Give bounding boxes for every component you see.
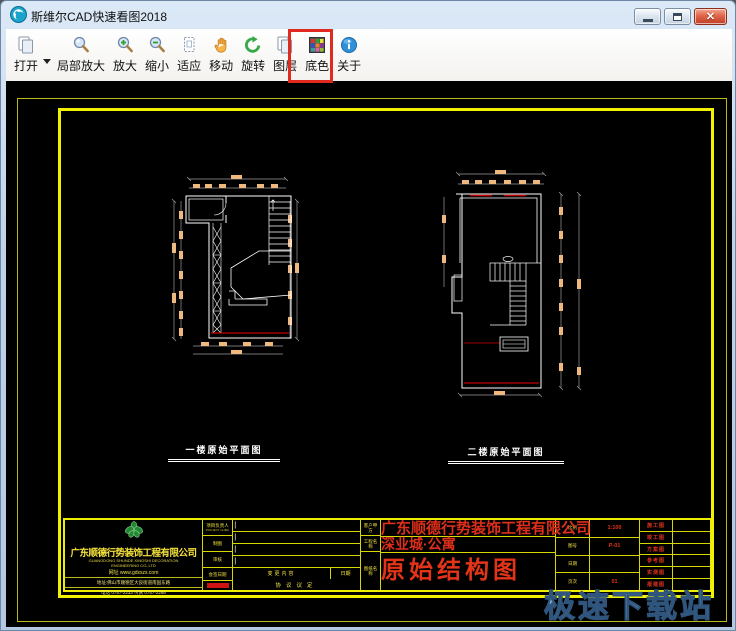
wall-outline	[186, 196, 291, 338]
zoom-out-icon	[147, 34, 167, 56]
revision-header: 变更内容 日期	[233, 568, 360, 579]
toolbar-button-partial-zoom[interactable]: 局部放大	[53, 32, 109, 76]
floor-plan-first-floor	[171, 173, 306, 363]
dimension-text-blobs	[442, 170, 581, 395]
project-client: 广东顺德行势装饰工程有限公司	[381, 520, 555, 536]
toolbar-button-zoom-out[interactable]: 缩小	[141, 32, 173, 76]
revision-footer: 协议议定	[233, 579, 360, 590]
drawing-type-row: 方案图	[640, 544, 710, 556]
company-logo-icon	[123, 521, 145, 540]
title-block-revision-grid: ▏ ▏ ▏ ▏ 变更内容 日期 协议议定	[233, 520, 361, 590]
window-title: 斯维尔CAD快速看图2018	[31, 8, 167, 25]
cad-viewport[interactable]: 一楼原始平面图	[6, 81, 732, 627]
maximize-icon	[673, 13, 682, 21]
revision-row: ▏	[233, 544, 360, 556]
drawing-type-row: 竣工图	[640, 532, 710, 544]
toolbar-button-zoom-in[interactable]: 放大	[109, 32, 141, 76]
revision-row: ▏	[233, 520, 360, 532]
minimize-button[interactable]	[634, 8, 661, 25]
maximize-button[interactable]	[664, 8, 691, 25]
company-phone: 电话 0757-2233 传真 0757-2266	[65, 588, 202, 596]
signature-row: 会签日期	[203, 568, 232, 581]
meta-row: 图号 P-01	[556, 538, 639, 556]
drawing-title: 原始结构图	[381, 552, 555, 590]
open-dropdown-arrow-icon[interactable]	[43, 59, 51, 64]
app-window: 斯维尔CAD快速看图2018 ✕ 打开 局部放大 放大	[0, 0, 736, 631]
signature-row: 制图	[203, 536, 232, 552]
interior-fixture	[464, 337, 528, 351]
rotate-icon	[243, 34, 263, 56]
staircase	[269, 196, 291, 265]
project-name: 深业城·公寓	[381, 536, 555, 552]
toolbar-button-rotate[interactable]: 旋转	[237, 32, 269, 76]
company-name: 广东顺德行势装饰工程有限公司	[65, 545, 202, 559]
company-address: 地址:佛山市顺德区大良街道南国东路	[65, 578, 202, 588]
title-bar[interactable]: 斯维尔CAD快速看图2018 ✕	[1, 1, 735, 29]
floor-plan-second-floor	[438, 167, 593, 412]
open-icon	[16, 34, 36, 56]
revision-row: ▏	[233, 556, 360, 568]
toolbar-button-move[interactable]: 移动	[205, 32, 237, 76]
move-hand-icon	[211, 34, 231, 56]
drawing-type-row: 施工图	[640, 520, 710, 532]
title-block-drawing-types: 施工图 竣工图 方案图 参考图 实测图 报建图	[640, 520, 710, 590]
main-toolbar: 打开 局部放大 放大 缩小 适应	[6, 29, 732, 81]
title-block-project-panel: 广东顺德行势装饰工程有限公司 深业城·公寓 原始结构图	[381, 520, 556, 590]
wall-section-strip	[213, 223, 221, 333]
about-info-icon	[339, 34, 359, 56]
zoom-in-icon	[115, 34, 135, 56]
plan-caption-second-floor: 二楼原始平面图	[448, 445, 564, 464]
minimize-icon	[643, 19, 653, 22]
wall-outline	[452, 194, 541, 388]
signature-stamp-cell	[203, 581, 232, 590]
company-website: 网址 www.gdxszs.com	[65, 568, 202, 578]
plan-caption-first-floor: 一楼原始平面图	[168, 443, 280, 462]
drawing-type-row: 实测图	[640, 567, 710, 579]
layers-icon	[275, 34, 295, 56]
drawing-type-row: 参考图	[640, 555, 710, 567]
interior-partition	[229, 251, 291, 305]
toolbar-button-bgcolor[interactable]: 底色	[301, 32, 333, 76]
toolbar-button-fit[interactable]: 适应	[173, 32, 205, 76]
toolbar-button-about[interactable]: 关于	[333, 32, 365, 76]
app-logo-icon	[10, 6, 27, 23]
revision-row: ▏	[233, 532, 360, 544]
title-block-project-labels: 客户甲方 工程名称 图纸名称	[361, 520, 381, 590]
watermark-text: 极速下载站	[544, 581, 714, 626]
close-button[interactable]: ✕	[694, 8, 727, 25]
staircase	[490, 257, 541, 326]
toolbar-button-layers[interactable]: 图层	[269, 32, 301, 76]
bg-color-icon	[307, 34, 327, 56]
partial-zoom-icon	[71, 34, 91, 56]
red-stamp	[207, 583, 229, 588]
fit-icon	[179, 34, 199, 56]
toolbar-button-open[interactable]: 打开	[10, 32, 42, 76]
signature-row: 项目负责人 PROJECT CHIEF	[203, 520, 232, 536]
title-block-signature-column: 项目负责人 PROJECT CHIEF 制图 审核 会签日期	[203, 520, 233, 590]
title-block-company-panel: 广东顺德行势装饰工程有限公司 GUANGDONG SHUNDE XINGSHI …	[65, 520, 203, 590]
signature-row: 审核	[203, 552, 232, 568]
meta-row: 日期	[556, 556, 639, 574]
close-icon: ✕	[706, 10, 715, 23]
